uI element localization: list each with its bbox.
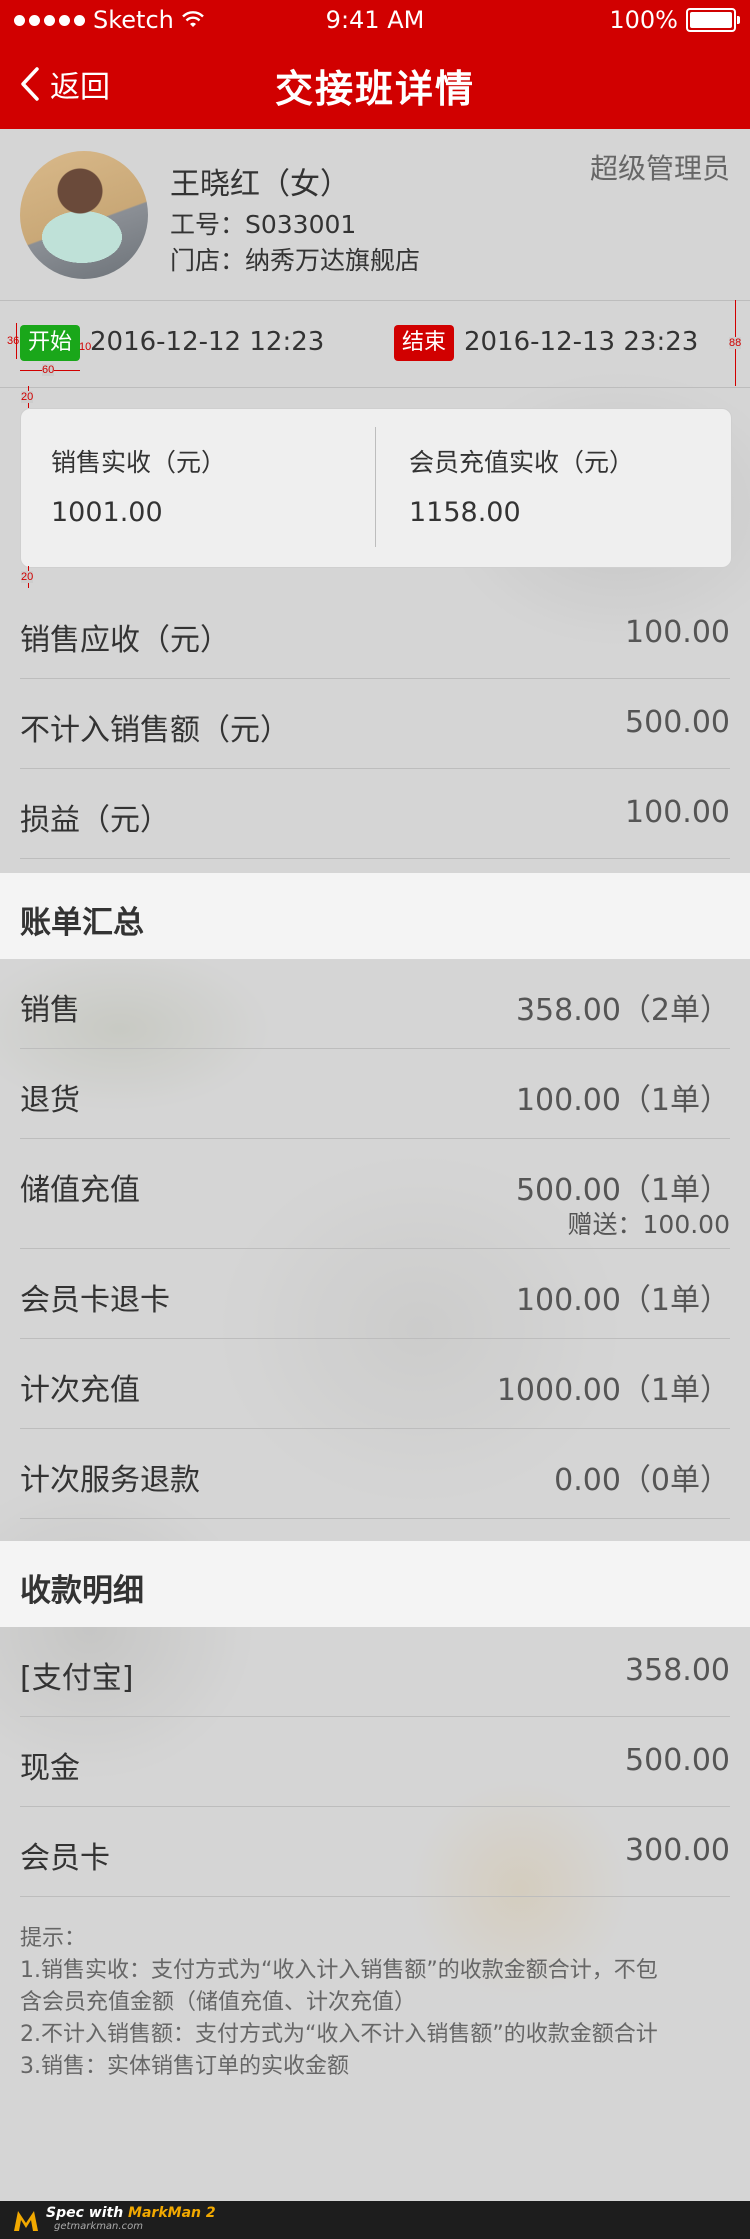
bill-summary-header: 账单汇总	[0, 873, 750, 959]
employee-role: 超级管理员	[589, 152, 730, 185]
summary-card: 销售实收（元） 1001.00 会员充值实收（元） 1158.00	[20, 408, 732, 568]
list-item: 退货 100.00（1单）	[20, 1049, 730, 1139]
annotation-label: 36	[7, 335, 20, 347]
row-value: 500.00	[625, 705, 730, 740]
sales-received-value: 1001.00	[51, 497, 163, 528]
row-value: 1000.00（1单）	[496, 1373, 730, 1408]
row-label: 计次充值	[20, 1373, 140, 1408]
member-recharge-value: 1158.00	[409, 497, 521, 528]
member-recharge-label: 会员充值实收（元）	[409, 448, 635, 477]
row-label: 销售	[20, 993, 80, 1028]
row-label: 损益（元）	[20, 803, 170, 838]
row-label: 现金	[20, 1751, 80, 1786]
battery-percent: 100%	[609, 6, 678, 34]
battery-icon	[686, 8, 740, 32]
row-value: 100.00（1单）	[515, 1083, 730, 1118]
list-item: 计次服务退款 0.00（0单）	[20, 1429, 730, 1519]
section-title: 账单汇总	[20, 905, 144, 941]
tip-line: 2.不计入销售额：支付方式为“收入不计入销售额”的收款金额合计	[20, 2022, 658, 2047]
page-title: 交接班详情	[274, 67, 475, 111]
annotation-label: 10	[79, 341, 92, 353]
row-label: [支付宝]	[20, 1661, 134, 1696]
row-label: 不计入销售额（元）	[20, 713, 290, 748]
list-item: 计次充值 1000.00（1单）	[20, 1339, 730, 1429]
row-value: 100.00	[625, 615, 730, 650]
battery-info: 100%	[609, 6, 740, 34]
avatar	[20, 151, 148, 279]
tip-line: 1.销售实收：支付方式为“收入计入销售额”的收款金额合计，不包	[20, 1958, 658, 1983]
row-subvalue: 赠送：100.00	[567, 1210, 730, 1239]
annotation-label: 20	[21, 391, 34, 403]
list-item: 销售 358.00（2单）	[20, 959, 730, 1049]
row-value: 500.00（1单）	[515, 1173, 730, 1208]
start-time: 2016-12-12 12:23	[90, 327, 325, 357]
employee-id: 工号：S033001	[170, 210, 357, 239]
tips-title: 提示：	[20, 1926, 87, 1951]
main-content: 王晓红（女） 工号：S033001 门店：纳秀万达旗舰店 超级管理员 开始 20…	[0, 129, 750, 1897]
row-label: 退货	[20, 1083, 80, 1118]
footer-brand: Spec with MarkMan 2	[46, 2205, 216, 2221]
status-bar: Sketch 9:41 AM 100%	[0, 0, 750, 40]
row-value: 100.00	[625, 795, 730, 830]
end-tag: 结束	[394, 325, 455, 361]
list-item: 会员卡 300.00	[20, 1807, 730, 1897]
end-time: 2016-12-13 23:23	[464, 327, 699, 357]
list-item: 储值充值 500.00（1单） 赠送：100.00	[20, 1139, 730, 1249]
list-item: 会员卡退卡 100.00（1单）	[20, 1249, 730, 1339]
list-item: [支付宝] 358.00	[20, 1627, 730, 1717]
row-value: 100.00（1单）	[515, 1283, 730, 1318]
list-item: 损益（元） 100.00	[20, 769, 730, 859]
profile-section: 王晓红（女） 工号：S033001 门店：纳秀万达旗舰店 超级管理员	[0, 129, 750, 301]
tip-line: 含会员充值金额（储值充值、计次充值）	[20, 1990, 417, 2015]
markman-footer: Spec with MarkMan 2 getmarkman.com	[0, 2201, 750, 2239]
row-label: 会员卡退卡	[20, 1283, 170, 1318]
payment-detail-header: 收款明细	[0, 1541, 750, 1627]
row-label: 销售应收（元）	[20, 623, 230, 658]
row-label: 储值充值	[20, 1173, 140, 1208]
shift-times: 开始 2016-12-12 12:23 结束 2016-12-13 23:23	[0, 301, 750, 388]
annotation-label: 60	[42, 364, 55, 376]
navigation-bar: 返回 交接班详情	[0, 40, 750, 129]
start-tag: 开始	[20, 325, 81, 361]
row-label: 计次服务退款	[20, 1463, 200, 1498]
row-value: 300.00	[625, 1833, 730, 1868]
footer-site: getmarkman.com	[54, 2221, 143, 2232]
section-title: 收款明细	[20, 1573, 144, 1609]
employee-name: 王晓红（女）	[170, 167, 350, 202]
tips-section: 提示： 1.销售实收：支付方式为“收入计入销售额”的收款金额合计，不包 含会员充…	[20, 1923, 736, 2083]
row-label: 会员卡	[20, 1841, 110, 1876]
tip-line: 3.销售：实体销售订单的实收金额	[20, 2054, 349, 2079]
row-value: 358.00（2单）	[515, 993, 730, 1028]
card-divider	[375, 427, 376, 547]
list-item: 销售应收（元） 100.00	[20, 589, 730, 679]
list-item: 现金 500.00	[20, 1717, 730, 1807]
list-item: 不计入销售额（元） 500.00	[20, 679, 730, 769]
annotation-label: 88	[729, 337, 742, 349]
annotation-label: 20	[21, 571, 34, 583]
markman-logo-icon	[14, 2211, 38, 2231]
row-value: 358.00	[625, 1653, 730, 1688]
store-name: 门店：纳秀万达旗舰店	[170, 246, 421, 275]
member-recharge: 会员充值实收（元） 1158.00	[409, 443, 634, 528]
row-value: 0.00（0单）	[554, 1463, 730, 1498]
sales-received-label: 销售实收（元）	[51, 448, 227, 477]
sales-received: 销售实收（元） 1001.00	[51, 443, 226, 528]
row-value: 500.00	[625, 1743, 730, 1778]
